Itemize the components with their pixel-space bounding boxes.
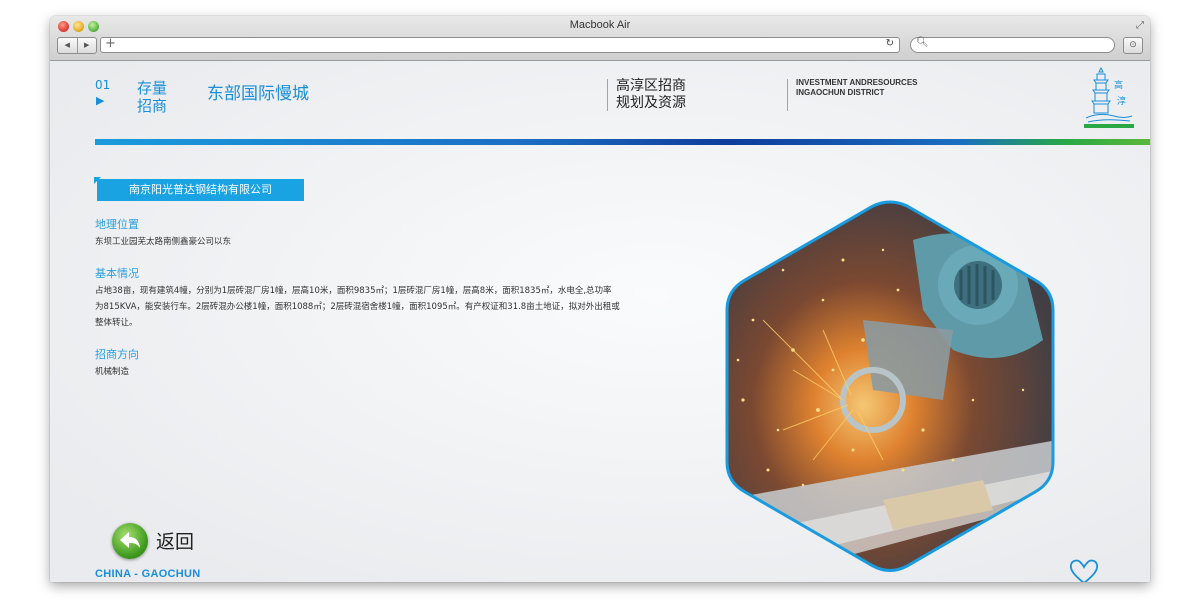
company-name-tag: 南京阳光普达钢结构有限公司 — [97, 179, 304, 201]
section-title-line1: 存量 — [137, 79, 168, 97]
gaochun-pagoda-logo: 高 淳 — [1084, 66, 1134, 128]
region-title: 高淳区招商 规划及资源 — [616, 78, 726, 112]
basic-info-label: 基本情况 — [95, 267, 139, 280]
english-line1: INVESTMENT ANDRESOURCES — [796, 78, 918, 87]
add-bookmark-icon[interactable]: + — [105, 36, 116, 51]
back-forward-buttons: ◀ ▶ — [57, 37, 97, 54]
downloads-button[interactable]: ⊙ — [1123, 37, 1143, 54]
forward-nav-icon[interactable]: ▶ — [78, 38, 97, 53]
page-content: 01 ▶ 存量 招商 东部国际慢城 高淳区招商 规划及资源 INVESTMENT… — [50, 61, 1150, 582]
section-title: 存量 招商 — [137, 79, 177, 115]
search-input[interactable]: 🔍︎ — [910, 37, 1115, 53]
heart-icon[interactable] — [1068, 557, 1100, 582]
english-title: INVESTMENT ANDRESOURCES INGAOCHUN DISTRI… — [796, 78, 956, 98]
location-text: 东坝工业园芜太路南侧鑫豪公司以东 — [95, 237, 232, 247]
divider — [787, 79, 788, 111]
window-title: Macbook Air — [569, 19, 631, 31]
region-line2: 规划及资源 — [616, 95, 686, 111]
browser-window: Macbook Air ⤢ ◀ ▶ + ↻ 🔍︎ ⊙ 01 ▶ 存量 招商 东部… — [50, 16, 1150, 582]
search-icon: 🔍︎ — [916, 37, 929, 48]
machine-sparks-image — [725, 200, 1055, 572]
reload-icon[interactable]: ↻ — [886, 38, 894, 49]
svg-text:淳: 淳 — [1117, 95, 1126, 107]
region-line1: 高淳区招商 — [616, 78, 686, 94]
page-title: 东部国际慢城 — [207, 84, 309, 104]
section-number: 01 — [95, 78, 111, 92]
direction-label: 招商方向 — [95, 348, 139, 361]
play-arrow-icon: ▶ — [96, 94, 105, 107]
footer-text: CHINA - GAOCHUN — [95, 568, 201, 580]
fullscreen-icon[interactable]: ⤢ — [1136, 20, 1144, 31]
svg-text:高: 高 — [1114, 79, 1123, 91]
english-line2: INGAOCHUN DISTRICT — [796, 88, 885, 97]
color-banner — [95, 139, 1150, 145]
back-nav-icon[interactable]: ◀ — [58, 38, 78, 53]
url-bar[interactable]: + ↻ — [100, 36, 900, 53]
back-arrow-icon[interactable] — [112, 523, 148, 559]
location-label: 地理位置 — [95, 218, 139, 231]
divider — [607, 79, 608, 111]
section-title-line2: 招商 — [137, 97, 168, 115]
basic-info-text: 占地38亩，现有建筑4幢，分别为1层砖混厂房1幢，层高10米，面积9835㎡；1… — [95, 286, 620, 328]
direction-text: 机械制造 — [95, 367, 130, 377]
title-bar: Macbook Air ⤢ ◀ ▶ + ↻ 🔍︎ ⊙ — [50, 16, 1150, 61]
back-button-label[interactable]: 返回 — [156, 527, 194, 554]
